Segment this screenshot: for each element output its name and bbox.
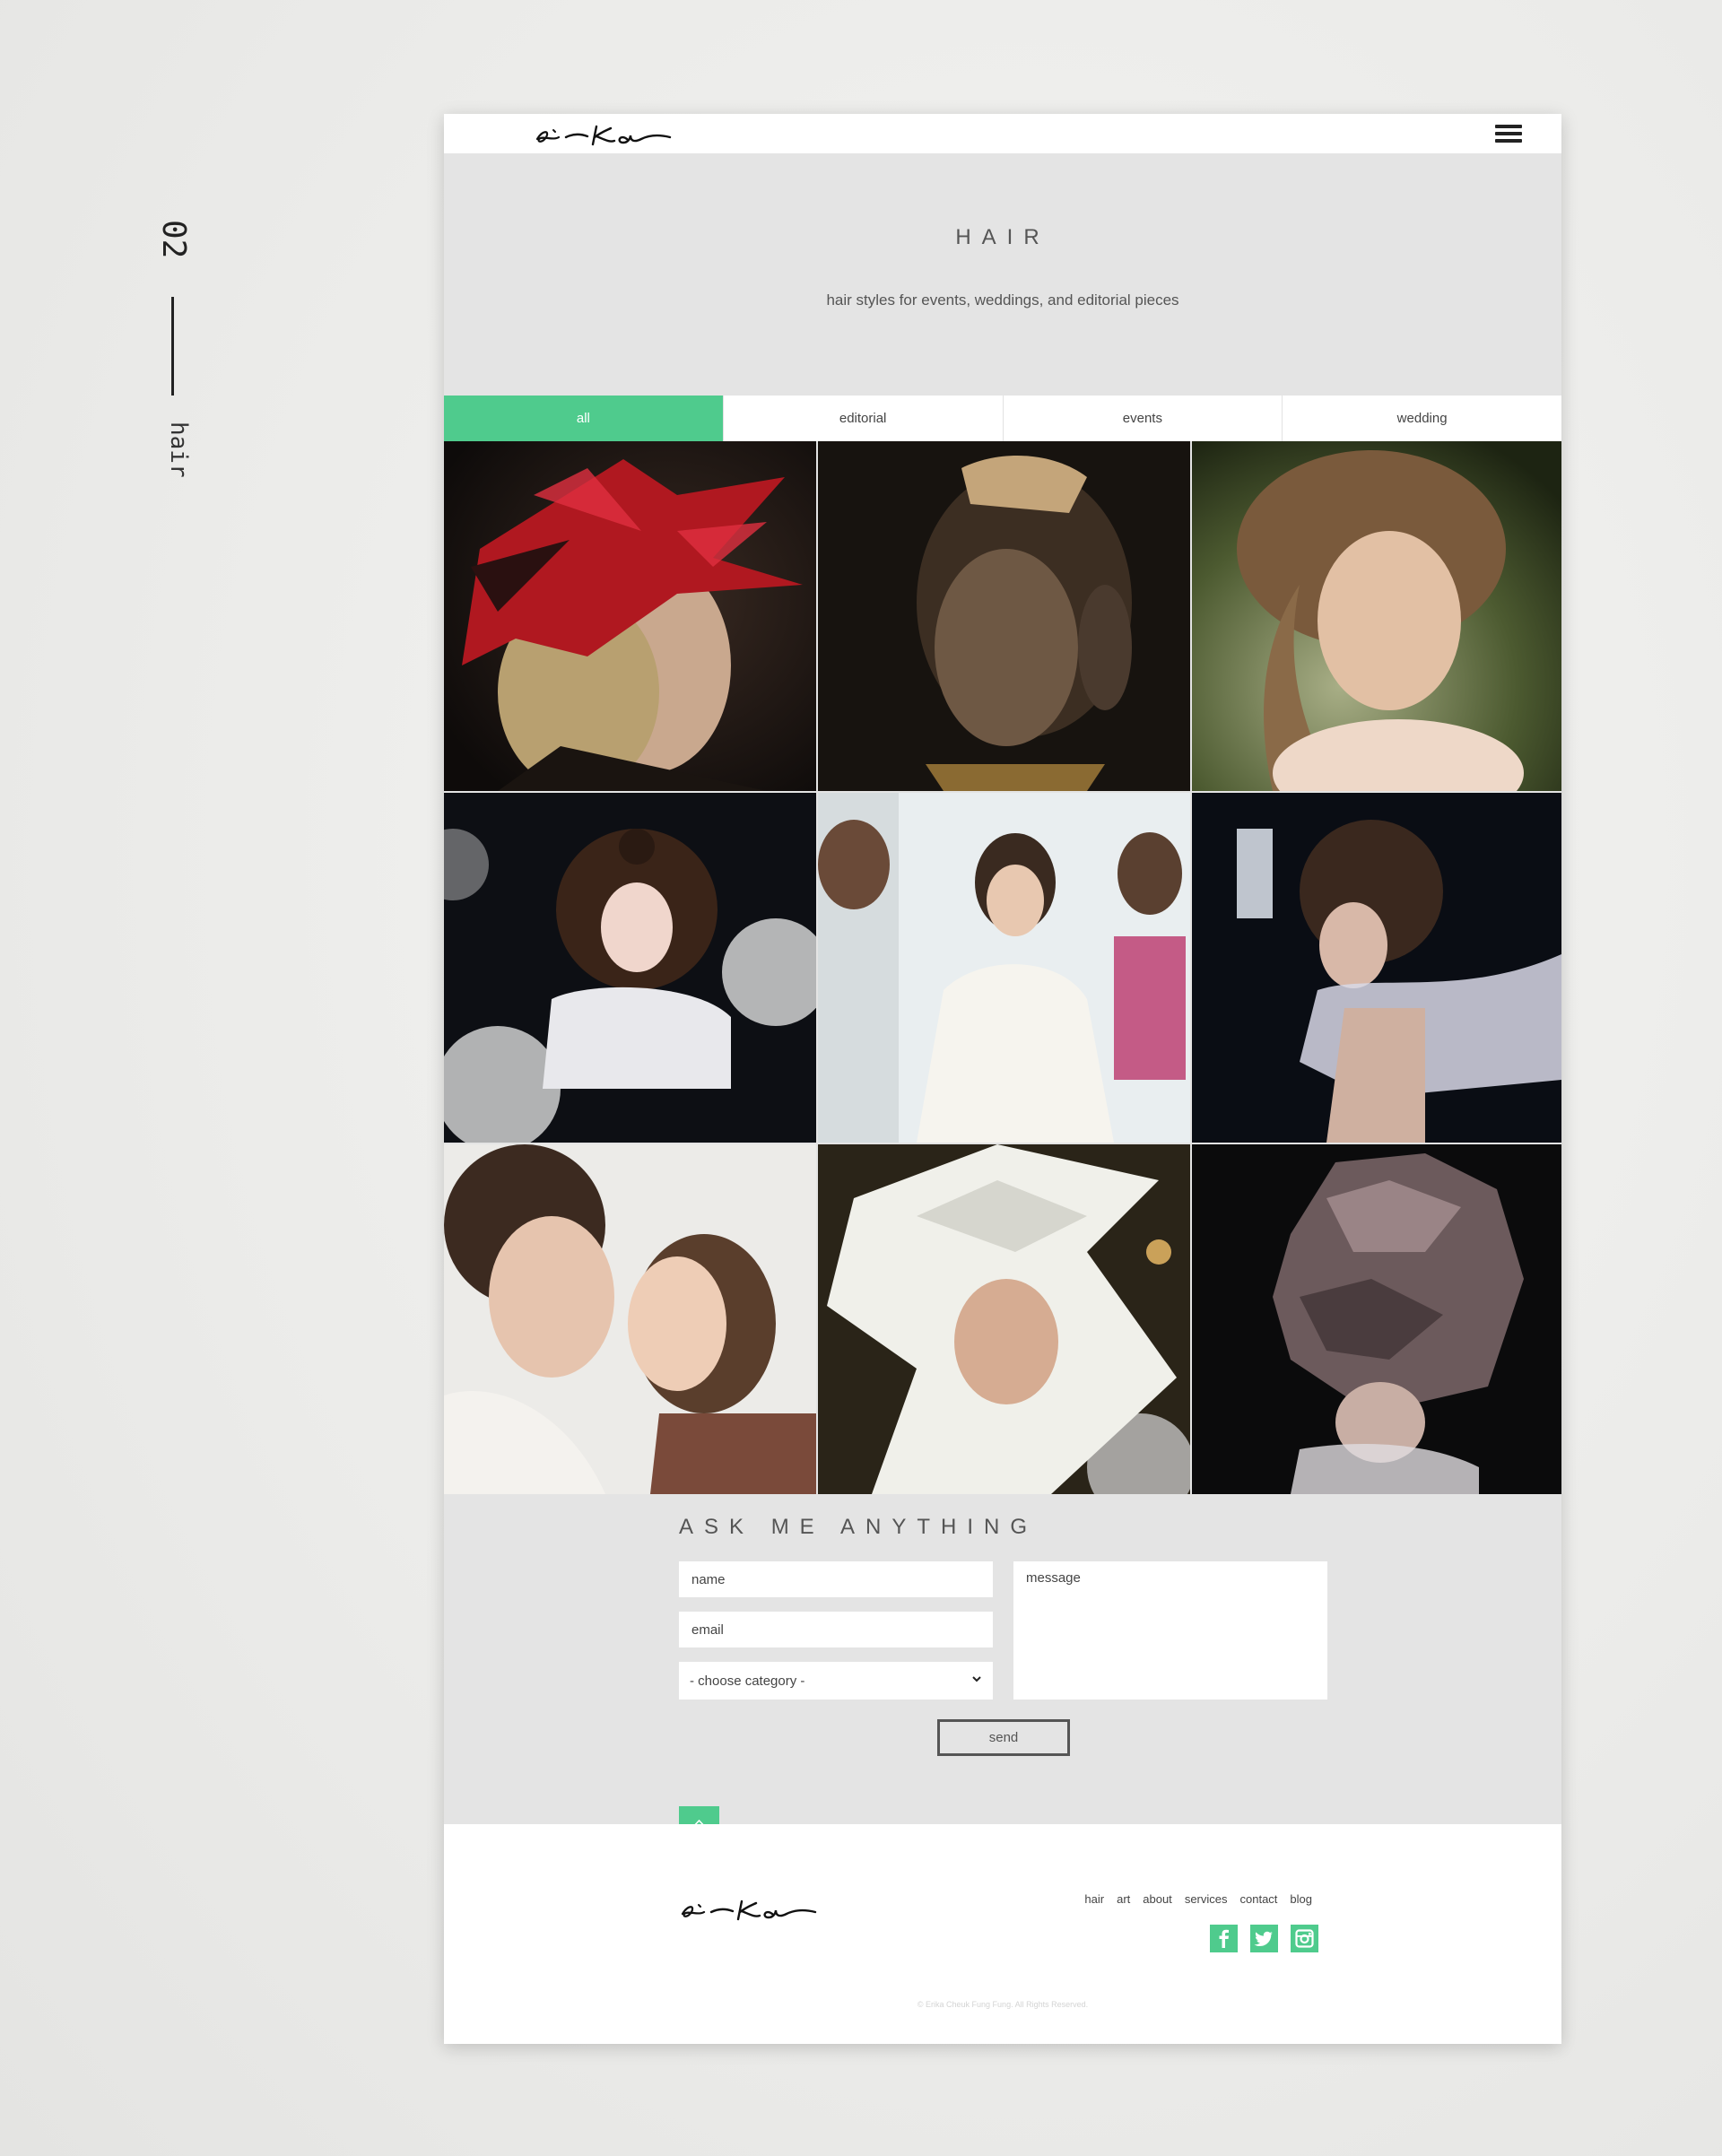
- filter-tabs: all editorial events wedding: [444, 396, 1561, 441]
- gallery-photo[interactable]: [1192, 793, 1561, 1143]
- email-field[interactable]: email: [679, 1612, 993, 1647]
- top-bar: [444, 114, 1561, 153]
- side-divider: [171, 297, 174, 396]
- twitter-icon[interactable]: [1250, 1925, 1278, 1952]
- gallery-photo[interactable]: [1192, 1144, 1561, 1494]
- section-word: hair: [165, 422, 192, 478]
- email-placeholder: email: [691, 1621, 724, 1638]
- gallery-photo[interactable]: [444, 1144, 816, 1494]
- site-logo[interactable]: [534, 121, 674, 148]
- side-index: 02 hair: [152, 220, 192, 489]
- tab-wedding[interactable]: wedding: [1282, 396, 1561, 441]
- category-selected-value: - choose category -: [690, 1673, 805, 1689]
- footer-link-art[interactable]: art: [1117, 1892, 1130, 1906]
- footer-link-contact[interactable]: contact: [1240, 1892, 1278, 1906]
- gallery-photo[interactable]: [1192, 441, 1561, 791]
- message-field[interactable]: message: [1013, 1561, 1327, 1700]
- name-field[interactable]: name: [679, 1561, 993, 1597]
- gallery-photo[interactable]: [818, 1144, 1190, 1494]
- footer-link-services[interactable]: services: [1185, 1892, 1228, 1906]
- site-footer: hair art about services contact blog © E…: [444, 1824, 1561, 2044]
- page-title: HAIR: [955, 225, 1050, 249]
- tab-editorial[interactable]: editorial: [722, 396, 1003, 441]
- footer-link-blog[interactable]: blog: [1290, 1892, 1312, 1906]
- category-select[interactable]: - choose category -: [679, 1662, 993, 1700]
- logo-signature-icon: [681, 1900, 817, 1921]
- gallery-photo[interactable]: [444, 793, 816, 1143]
- tab-all[interactable]: all: [444, 396, 723, 441]
- page-subtitle: hair styles for events, weddings, and ed…: [826, 291, 1179, 309]
- footer-link-about[interactable]: about: [1143, 1892, 1172, 1906]
- tab-events[interactable]: events: [1002, 396, 1283, 441]
- name-placeholder: name: [691, 1571, 726, 1587]
- footer-link-hair[interactable]: hair: [1084, 1892, 1104, 1906]
- photo-gallery: [444, 441, 1561, 1494]
- facebook-icon[interactable]: [1210, 1925, 1238, 1952]
- footer-logo[interactable]: [679, 1894, 819, 1925]
- hamburger-icon[interactable]: [1495, 125, 1522, 144]
- section-number: 02: [155, 220, 192, 259]
- website-mockup: HAIR hair styles for events, weddings, a…: [444, 114, 1561, 2044]
- logo-signature-icon: [535, 125, 672, 146]
- message-placeholder: message: [1026, 1570, 1081, 1586]
- copyright-text: © Erika Cheuk Fung Fung. All Rights Rese…: [917, 2000, 1089, 2009]
- gallery-photo[interactable]: [818, 793, 1190, 1143]
- send-button[interactable]: send: [937, 1719, 1070, 1756]
- contact-title: ASK ME ANYTHING: [679, 1515, 1039, 1539]
- chevron-down-icon: [972, 1676, 981, 1682]
- gallery-photo[interactable]: [444, 441, 816, 791]
- instagram-icon[interactable]: [1291, 1925, 1318, 1952]
- footer-nav: hair art about services contact blog: [1084, 1892, 1312, 1906]
- gallery-photo[interactable]: [818, 441, 1190, 791]
- social-links: [1210, 1925, 1318, 1952]
